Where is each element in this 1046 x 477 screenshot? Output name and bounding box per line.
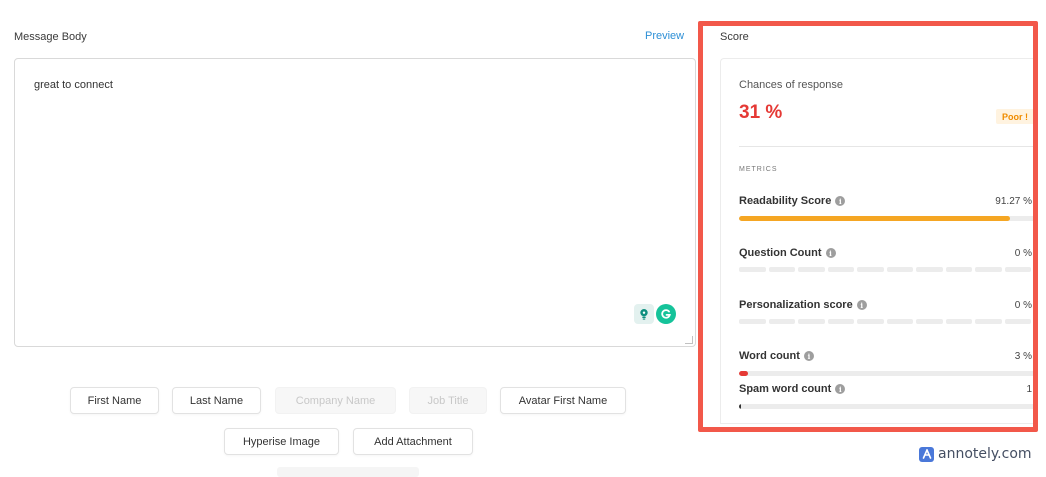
insert-hyperise-image-button[interactable]: Hyperise Image xyxy=(224,428,339,455)
insert-first-name-button[interactable]: First Name xyxy=(70,387,159,414)
partially-hidden-button xyxy=(277,467,419,477)
insert-avatar-first-name-button[interactable]: Avatar First Name xyxy=(500,387,626,414)
annotely-logo-icon xyxy=(919,446,934,462)
message-body-text: great to connect xyxy=(34,79,113,91)
insert-job-title-button[interactable]: Job Title xyxy=(409,387,487,414)
watermark-text: annotely.com xyxy=(938,446,1032,462)
editor-tools xyxy=(634,304,676,324)
preview-link[interactable]: Preview xyxy=(645,30,684,42)
lightbulb-icon[interactable] xyxy=(634,304,654,324)
annotely-watermark: annotely.com xyxy=(919,446,1032,462)
resize-handle[interactable] xyxy=(685,336,693,344)
message-body-editor[interactable]: great to connect xyxy=(14,58,696,347)
message-body-label: Message Body xyxy=(14,31,87,43)
grammarly-icon[interactable] xyxy=(656,304,676,324)
insert-last-name-button[interactable]: Last Name xyxy=(172,387,261,414)
insert-company-name-button[interactable]: Company Name xyxy=(275,387,396,414)
add-attachment-button[interactable]: Add Attachment xyxy=(353,428,473,455)
annotation-highlight-frame xyxy=(698,21,1038,432)
